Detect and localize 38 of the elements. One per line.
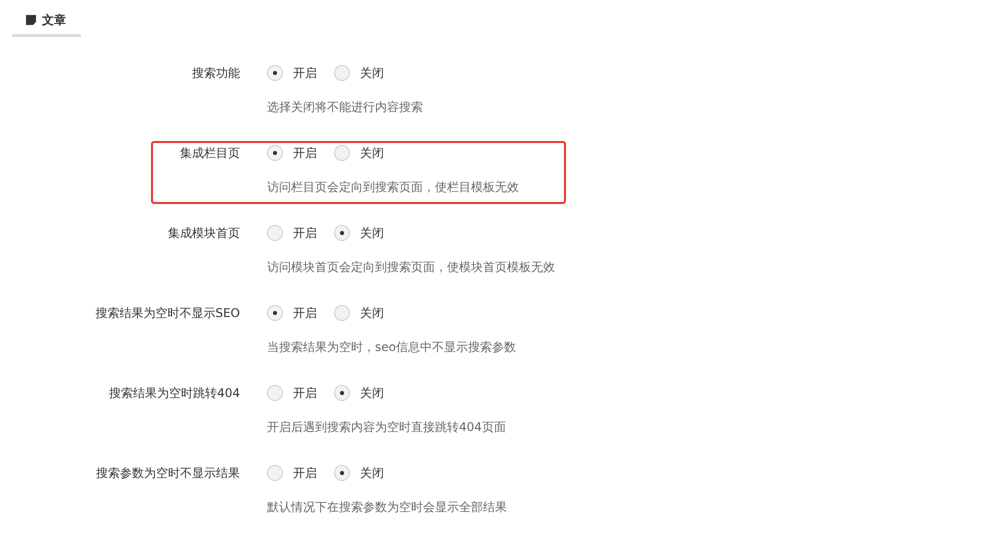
radio-button[interactable]: [267, 385, 283, 401]
section-tab[interactable]: 文章: [12, 6, 81, 37]
setting-label: 搜索参数为空时不显示结果: [95, 465, 240, 482]
setting-hint: 选择关闭将不能进行内容搜索: [267, 99, 424, 116]
radio-button[interactable]: [267, 465, 283, 481]
document-icon: [26, 15, 36, 25]
radio-button[interactable]: [334, 225, 350, 241]
radio-option[interactable]: 开启: [267, 64, 317, 82]
radio-option[interactable]: 关闭: [334, 464, 384, 482]
radio-option[interactable]: 开启: [267, 304, 317, 322]
radio-button[interactable]: [334, 465, 350, 481]
radio-button[interactable]: [267, 225, 283, 241]
radio-button[interactable]: [267, 65, 283, 81]
radio-option[interactable]: 关闭: [334, 384, 384, 402]
radio-option[interactable]: 开启: [267, 144, 317, 162]
setting-hint: 当搜索结果为空时，seo信息中不显示搜索参数: [267, 339, 517, 356]
radio-option[interactable]: 关闭: [334, 144, 384, 162]
radio-button[interactable]: [334, 65, 350, 81]
radio-option[interactable]: 关闭: [334, 304, 384, 322]
radio-button[interactable]: [267, 305, 283, 321]
setting-label: 集成栏目页: [179, 145, 240, 162]
radio-option[interactable]: 开启: [267, 464, 317, 482]
setting-label: 搜索结果为空时跳转404: [108, 385, 240, 402]
radio-option[interactable]: 关闭: [334, 224, 384, 242]
radio-option[interactable]: 开启: [267, 224, 317, 242]
radio-button[interactable]: [334, 385, 350, 401]
setting-hint: 访问模块首页会定向到搜索页面，使模块首页模板无效: [267, 259, 556, 276]
radio-button[interactable]: [334, 145, 350, 161]
radio-button[interactable]: [334, 305, 350, 321]
radio-option[interactable]: 开启: [267, 384, 317, 402]
setting-hint: 访问栏目页会定向到搜索页面，使栏目模板无效: [267, 179, 520, 196]
radio-button[interactable]: [267, 145, 283, 161]
setting-label: 集成模块首页: [167, 225, 240, 242]
setting-label: 搜索功能: [191, 65, 240, 82]
radio-option[interactable]: 关闭: [334, 64, 384, 82]
setting-hint: 开启后遇到搜索内容为空时直接跳转404页面: [267, 419, 507, 436]
setting-hint: 默认情况下在搜索参数为空时会显示全部结果: [267, 499, 508, 516]
setting-label: 搜索结果为空时不显示SEO: [94, 305, 240, 322]
